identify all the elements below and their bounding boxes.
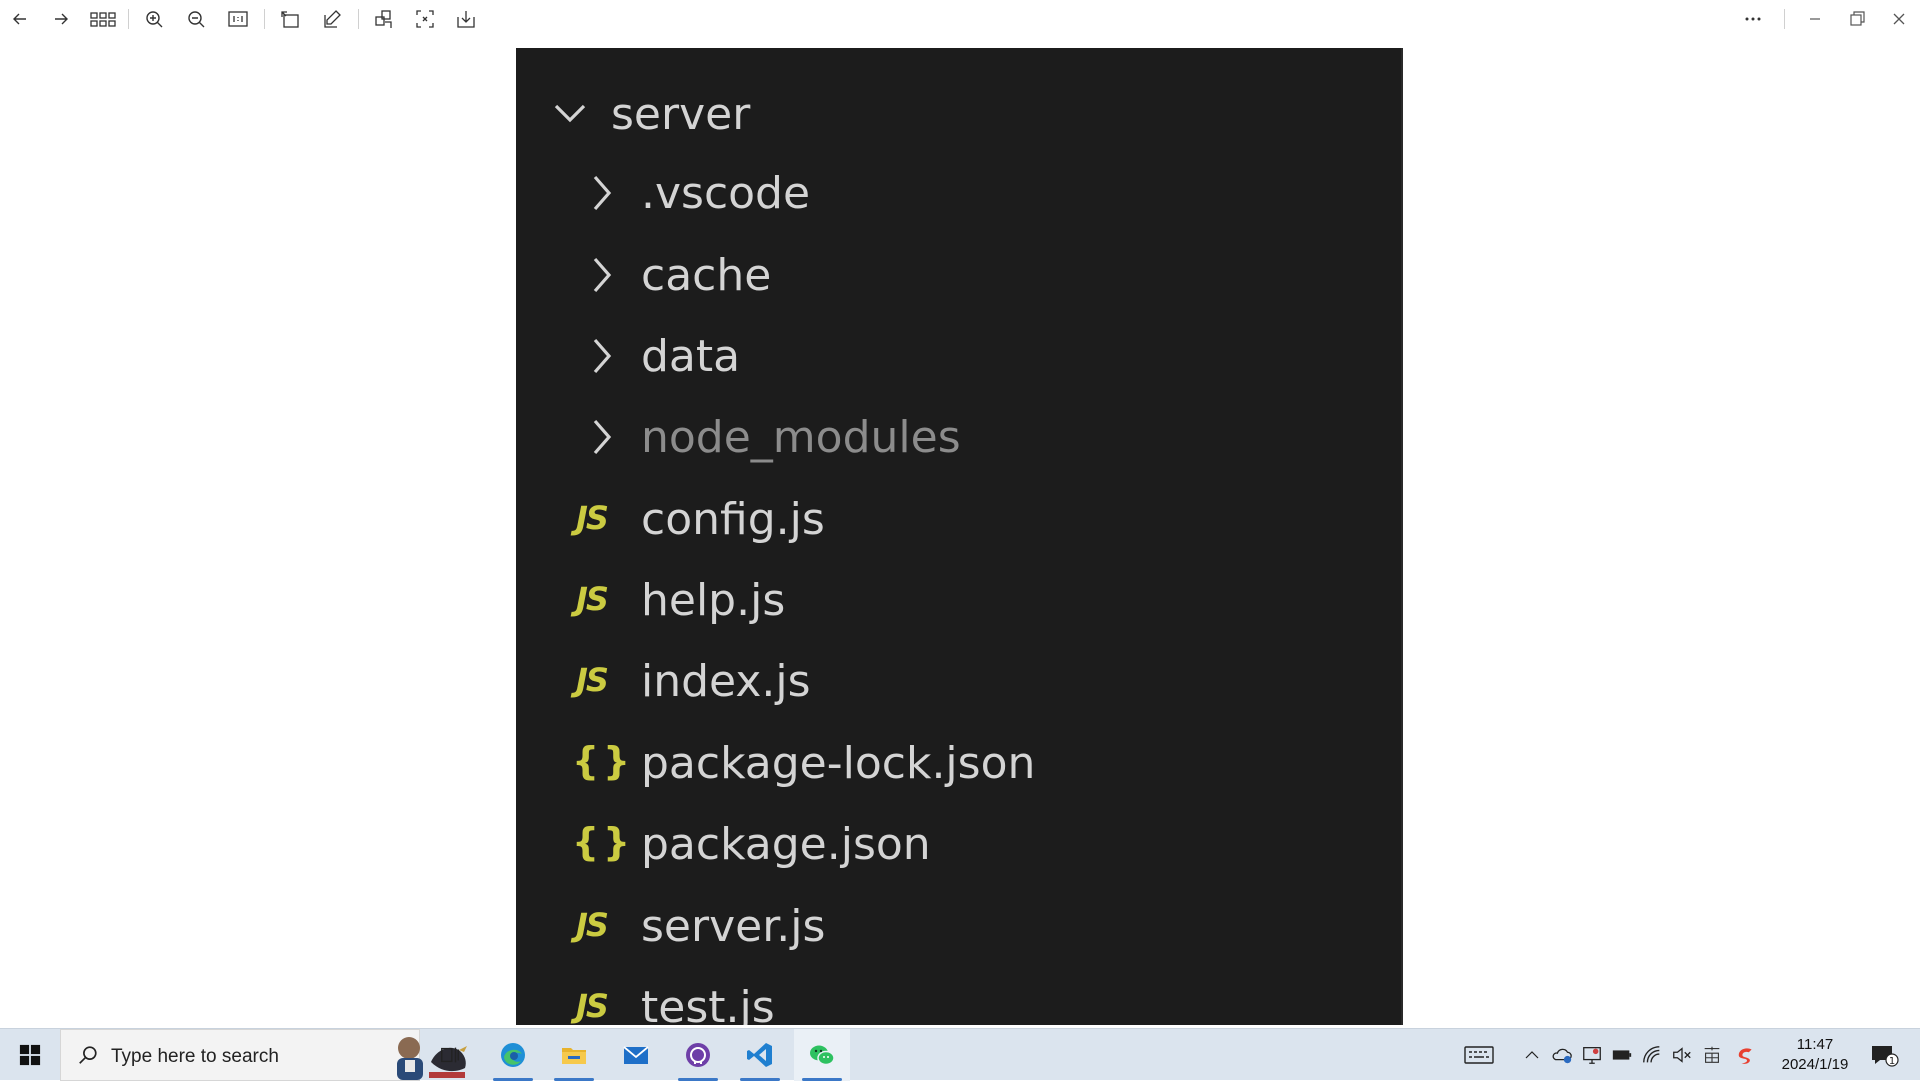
toolbar-divider bbox=[358, 9, 359, 29]
taskbar-app-wechat[interactable] bbox=[794, 1029, 850, 1081]
taskbar-app-file-explorer[interactable] bbox=[546, 1029, 602, 1081]
tree-item-folder: .vscode bbox=[516, 158, 1401, 228]
close-icon[interactable] bbox=[1884, 6, 1914, 32]
tree-item-label: test.js bbox=[641, 982, 775, 1026]
keyboard-icon[interactable] bbox=[1464, 1043, 1494, 1067]
clock-date: 2024/1/19 bbox=[1781, 1056, 1849, 1073]
tree-item-label: package.json bbox=[641, 819, 931, 870]
chevron-right-icon bbox=[582, 417, 622, 457]
minimize-icon[interactable] bbox=[1800, 6, 1830, 32]
tree-item-folder: node_modules bbox=[516, 402, 1401, 472]
taskbar-app-github-desktop[interactable] bbox=[670, 1029, 726, 1081]
monitor-icon[interactable] bbox=[1580, 1043, 1604, 1067]
tree-root-label: server bbox=[611, 89, 751, 140]
tree-item-file: JS server.js bbox=[516, 891, 1401, 961]
tree-root-server: server bbox=[516, 78, 1401, 148]
search-placeholder: Type here to search bbox=[111, 1046, 279, 1067]
sogou-icon[interactable] bbox=[1735, 1043, 1759, 1067]
tree-item-file: JS help.js bbox=[516, 565, 1401, 635]
crop-icon[interactable] bbox=[369, 6, 399, 32]
tree-item-label: .vscode bbox=[641, 168, 811, 219]
taskbar-app-edge[interactable] bbox=[485, 1029, 541, 1081]
task-view-button[interactable] bbox=[422, 1029, 478, 1081]
tree-item-label: data bbox=[641, 331, 741, 382]
github-desktop-icon bbox=[686, 1043, 710, 1067]
mail-icon bbox=[623, 1046, 649, 1064]
zoom-out-icon[interactable] bbox=[181, 6, 211, 32]
chevron-right-icon bbox=[582, 255, 622, 295]
displayed-image: server .vscode cache data node_modules J… bbox=[516, 48, 1403, 1025]
toolbar-divider bbox=[264, 9, 265, 29]
search-icon bbox=[79, 1046, 97, 1064]
tree-item-file: {} package-lock.json bbox=[516, 728, 1401, 798]
volume-muted-icon[interactable] bbox=[1670, 1043, 1694, 1067]
back-arrow-icon[interactable] bbox=[5, 6, 35, 32]
taskbar-search-box[interactable]: Type here to search bbox=[60, 1029, 467, 1081]
javascript-file-icon: JS bbox=[576, 987, 609, 1025]
tree-item-label: cache bbox=[641, 250, 772, 301]
chevron-right-icon bbox=[582, 336, 622, 376]
tree-item-label: config.js bbox=[641, 494, 825, 545]
tree-item-file: JS config.js bbox=[516, 484, 1401, 554]
clock-time: 11:47 bbox=[1796, 1036, 1834, 1053]
taskbar: Type here to search 11:47 2024/1/19 1 bbox=[0, 1028, 1920, 1081]
toolbar-divider bbox=[1784, 9, 1785, 29]
tree-item-folder: cache bbox=[516, 240, 1401, 310]
javascript-file-icon: JS bbox=[576, 580, 609, 618]
tree-item-file: JS index.js bbox=[516, 646, 1401, 716]
toolbar-divider bbox=[128, 9, 129, 29]
tree-item-label: index.js bbox=[641, 656, 811, 707]
javascript-file-icon: JS bbox=[576, 499, 609, 537]
taskbar-app-mail[interactable] bbox=[608, 1029, 664, 1081]
fullscreen-icon[interactable] bbox=[410, 6, 440, 32]
javascript-file-icon: JS bbox=[576, 661, 609, 699]
tree-item-label: server.js bbox=[641, 901, 826, 952]
chevron-right-icon bbox=[582, 173, 622, 213]
notification-icon[interactable]: 1 bbox=[1870, 1043, 1900, 1067]
viewer-toolbar bbox=[0, 0, 1920, 40]
start-button[interactable] bbox=[0, 1029, 60, 1081]
battery-icon[interactable] bbox=[1610, 1043, 1634, 1067]
wifi-icon[interactable] bbox=[1640, 1043, 1664, 1067]
zoom-in-icon[interactable] bbox=[139, 6, 169, 32]
edge-icon bbox=[501, 1043, 525, 1067]
windows-logo-icon bbox=[19, 1044, 41, 1066]
save-icon[interactable] bbox=[451, 6, 481, 32]
onedrive-icon[interactable] bbox=[1550, 1043, 1574, 1067]
grid-view-icon[interactable] bbox=[88, 6, 118, 32]
vscode-icon bbox=[747, 1043, 772, 1067]
actual-size-icon[interactable] bbox=[223, 6, 253, 32]
tree-item-file: {} package.json bbox=[516, 809, 1401, 879]
taskbar-app-vscode[interactable] bbox=[732, 1029, 788, 1081]
tree-item-label: help.js bbox=[641, 575, 786, 626]
more-icon[interactable] bbox=[1738, 6, 1768, 32]
notification-count: 1 bbox=[1889, 1056, 1895, 1067]
tree-item-file: JS test.js bbox=[516, 972, 1401, 1026]
wechat-icon bbox=[810, 1045, 835, 1066]
tree-item-label: package-lock.json bbox=[641, 738, 1036, 789]
chevron-down-icon bbox=[550, 93, 590, 133]
json-file-icon: {} bbox=[572, 820, 635, 864]
edit-icon[interactable] bbox=[317, 6, 347, 32]
ime-icon[interactable] bbox=[1700, 1043, 1724, 1067]
rotate-icon[interactable] bbox=[275, 6, 305, 32]
forward-arrow-icon[interactable] bbox=[46, 6, 76, 32]
task-view-icon bbox=[441, 1047, 459, 1063]
json-file-icon: {} bbox=[572, 739, 635, 783]
file-explorer-icon bbox=[562, 1048, 586, 1064]
taskbar-clock[interactable]: 11:47 2024/1/19 bbox=[1760, 1035, 1870, 1075]
tree-item-label: node_modules bbox=[641, 412, 961, 463]
tree-item-folder: data bbox=[516, 321, 1401, 391]
javascript-file-icon: JS bbox=[576, 906, 609, 944]
restore-icon[interactable] bbox=[1842, 6, 1872, 32]
show-hidden-icons-chevron[interactable] bbox=[1520, 1043, 1544, 1067]
